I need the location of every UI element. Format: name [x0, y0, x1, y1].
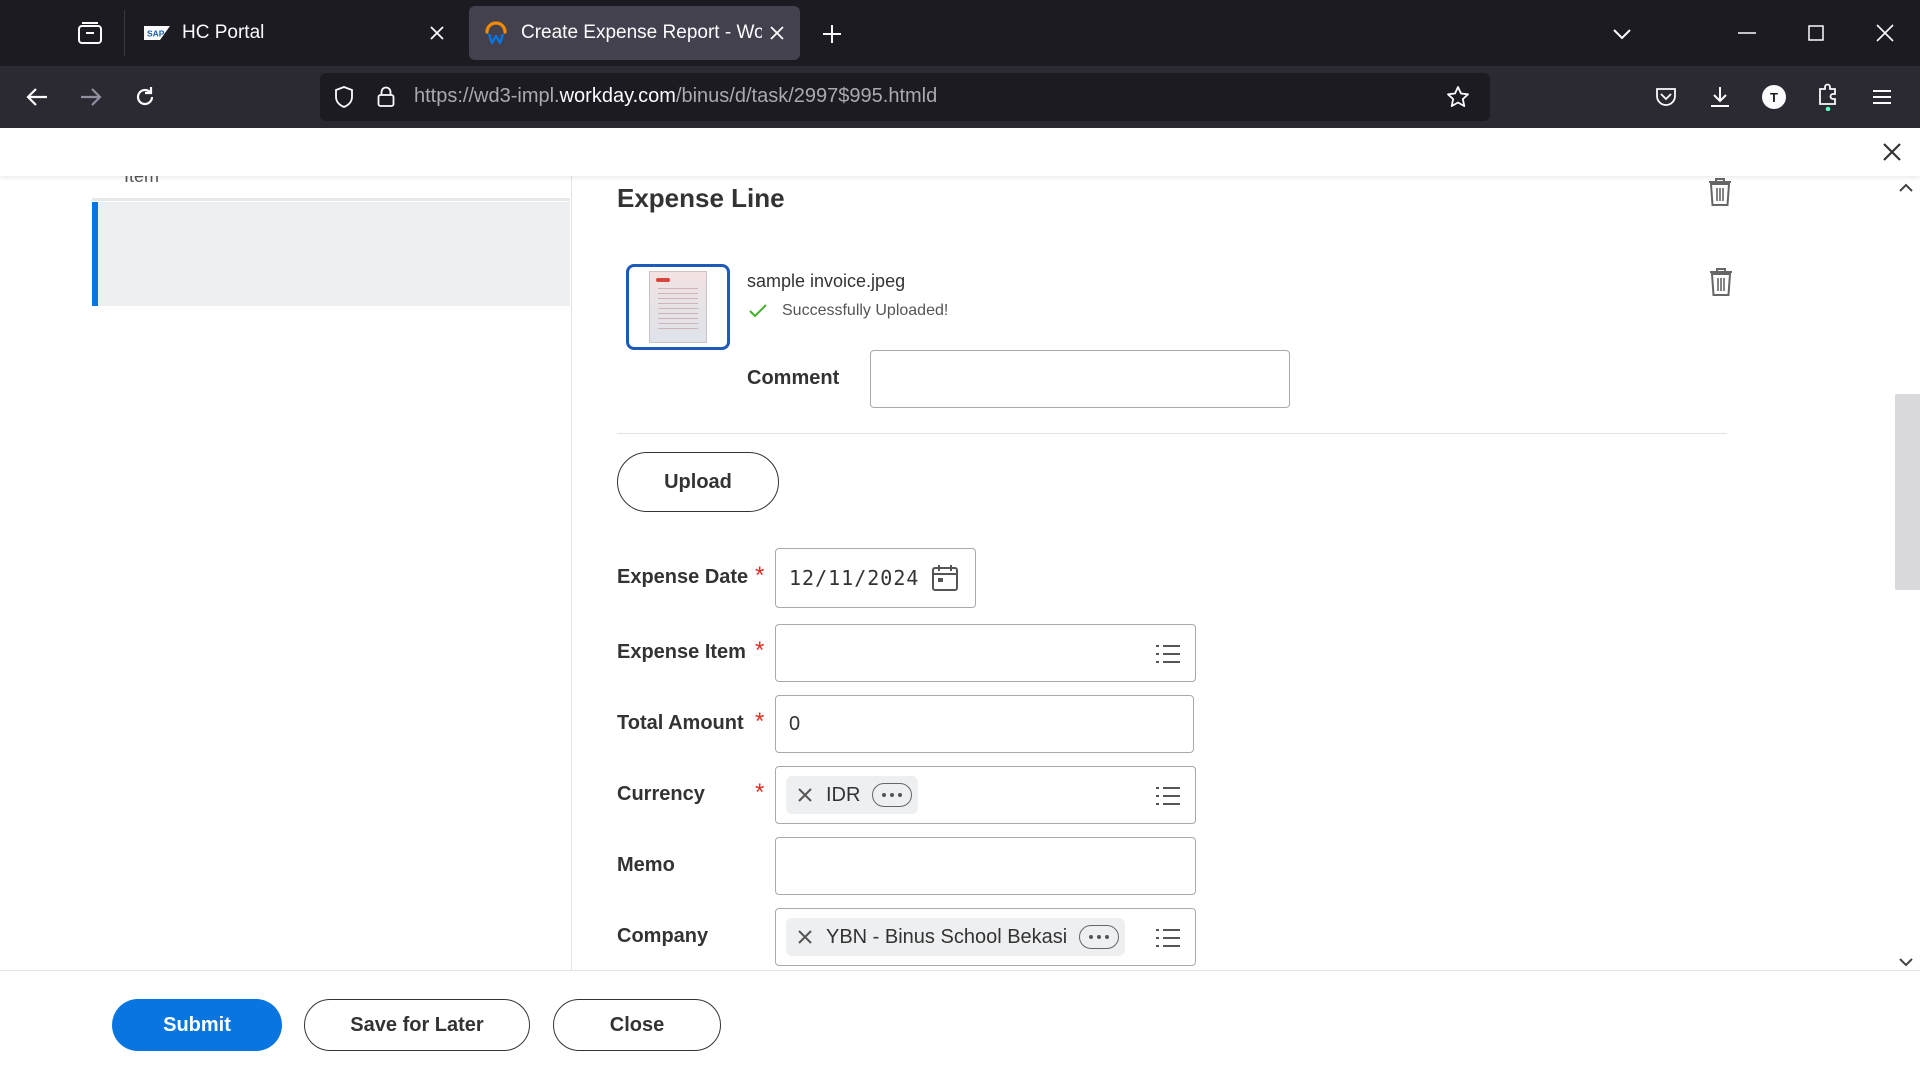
memo-input[interactable]: [775, 837, 1196, 895]
url-domain: workday.com: [559, 85, 676, 107]
window-close-icon[interactable]: [1860, 10, 1910, 56]
prompt-list-icon[interactable]: [1151, 921, 1185, 955]
total-amount-input[interactable]: 0: [775, 695, 1194, 753]
modal-close-icon[interactable]: [1876, 136, 1908, 168]
reload-icon[interactable]: [124, 76, 166, 118]
maximize-icon[interactable]: [1791, 10, 1841, 56]
url-prefix: https://wd3-impl.: [414, 85, 560, 107]
required-indicator: *: [755, 708, 765, 735]
scroll-up-icon[interactable]: [1896, 178, 1916, 198]
modal-header: [0, 128, 1920, 176]
required-indicator: *: [755, 779, 765, 806]
expense-item-label: Expense Item: [617, 641, 746, 663]
expense-line-section: Expense Line sample invoice.jpeg Success…: [572, 176, 1892, 1026]
svg-text:T: T: [1770, 90, 1778, 105]
account-avatar-icon[interactable]: T: [1753, 76, 1795, 118]
tab-hc-portal[interactable]: SAP HC Portal: [130, 6, 460, 60]
calendar-icon[interactable]: [929, 562, 961, 594]
tab-divider: [124, 10, 125, 56]
upload-button[interactable]: Upload: [617, 452, 779, 512]
forward-icon[interactable]: [70, 76, 112, 118]
tab-create-expense-report[interactable]: Create Expense Report - Workday: [469, 6, 800, 60]
address-bar[interactable]: https://wd3-impl.workday.com/binus/d/tas…: [320, 73, 1490, 121]
submit-button[interactable]: Submit: [112, 999, 282, 1051]
close-tab-icon[interactable]: [762, 18, 792, 48]
total-amount-value: 0: [789, 713, 801, 735]
tracking-protection-shield-icon[interactable]: [328, 81, 360, 113]
extensions-icon[interactable]: [1807, 76, 1849, 118]
remove-selection-icon[interactable]: [794, 784, 816, 806]
related-actions-icon[interactable]: [872, 783, 913, 807]
app-menu-icon[interactable]: [1861, 76, 1903, 118]
tab-title: Create Expense Report - Workday: [521, 22, 762, 43]
expense-date-value: 12/11/2024: [789, 566, 920, 590]
tab-bar: SAP HC Portal Create Expense Report - Wo…: [0, 0, 1920, 66]
related-actions-icon[interactable]: [1079, 925, 1120, 949]
currency-prompt[interactable]: IDR: [775, 766, 1196, 824]
attachment-filename: sample invoice.jpeg: [747, 271, 906, 291]
memo-label: Memo: [617, 854, 675, 876]
checkmark-icon: [748, 301, 768, 321]
action-footer: Submit Save for Later Close: [0, 970, 1920, 1080]
comment-input[interactable]: [870, 350, 1290, 408]
total-amount-label: Total Amount: [617, 712, 744, 734]
new-tab-icon[interactable]: [814, 16, 850, 52]
close-button[interactable]: Close: [553, 999, 721, 1051]
navigation-bar: https://wd3-impl.workday.com/binus/d/tas…: [0, 66, 1920, 128]
expense-date-label: Expense Date: [617, 566, 749, 588]
tab-overview-icon[interactable]: [70, 14, 110, 54]
upload-status: Successfully Uploaded!: [748, 301, 948, 321]
save-for-later-button[interactable]: Save for Later: [304, 999, 530, 1051]
prompt-list-icon[interactable]: [1151, 779, 1185, 813]
downloads-icon[interactable]: [1699, 76, 1741, 118]
minimize-icon[interactable]: [1722, 10, 1772, 56]
currency-label: Currency: [617, 783, 705, 805]
expense-item-prompt[interactable]: [775, 624, 1196, 682]
delete-attachment-icon[interactable]: [1705, 266, 1737, 298]
close-tab-icon[interactable]: [422, 18, 452, 48]
workday-logo-icon: [483, 20, 509, 46]
left-navigation-panel: Item: [0, 166, 572, 1080]
remove-selection-icon[interactable]: [794, 926, 816, 948]
left-panel-selected-item[interactable]: [92, 202, 570, 306]
scrollbar[interactable]: [1892, 176, 1920, 980]
pocket-icon[interactable]: [1645, 76, 1687, 118]
company-label: Company: [617, 925, 709, 947]
company-selected-pill: YBN - Binus School Bekasi: [786, 918, 1126, 956]
upload-status-text: Successfully Uploaded!: [782, 302, 949, 319]
company-value: YBN - Binus School Bekasi: [826, 925, 1068, 948]
scrollbar-thumb[interactable]: [1895, 394, 1920, 590]
sap-logo-icon: SAP: [144, 20, 170, 46]
invoice-thumbnail-image: [649, 271, 707, 343]
bookmark-star-icon[interactable]: [1442, 81, 1474, 113]
section-title: Expense Line: [617, 183, 785, 213]
attachment-thumbnail[interactable]: [626, 264, 730, 350]
divider: [92, 198, 570, 201]
tab-title: HC Portal: [182, 22, 265, 43]
list-all-tabs-icon[interactable]: [1604, 16, 1640, 52]
divider: [617, 433, 1727, 434]
url-text[interactable]: https://wd3-impl.workday.com/binus/d/tas…: [414, 85, 937, 108]
page: Item Expense Line sample invoice.jpeg Su…: [0, 128, 1920, 1080]
company-prompt[interactable]: YBN - Binus School Bekasi: [775, 908, 1196, 966]
comment-label: Comment: [747, 367, 840, 389]
expense-date-input[interactable]: 12/11/2024: [775, 548, 976, 608]
back-icon[interactable]: [16, 76, 58, 118]
svg-text:SAP: SAP: [147, 29, 165, 39]
delete-expense-line-icon[interactable]: [1704, 176, 1736, 208]
prompt-list-icon[interactable]: [1151, 637, 1185, 671]
required-indicator: *: [755, 562, 765, 589]
required-indicator: *: [755, 637, 765, 664]
currency-selected-pill: IDR: [786, 776, 919, 814]
lock-icon[interactable]: [370, 81, 402, 113]
url-path: /binus/d/task/2997$995.htmld: [675, 85, 938, 107]
scroll-down-icon[interactable]: [1896, 952, 1916, 972]
currency-value: IDR: [826, 783, 861, 806]
